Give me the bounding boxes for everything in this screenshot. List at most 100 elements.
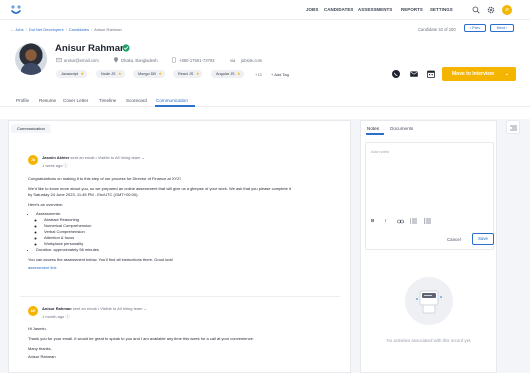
tab-documents[interactable]: Documents — [390, 126, 413, 131]
chevron-down-icon[interactable]: ⌄ — [505, 67, 509, 81]
candidate-count: Candidate 32 of 100 — [418, 27, 456, 32]
breadcrumb: ← Jobs / Dot Net Developers / Candidates / Ani… — [10, 27, 122, 32]
email-icon — [56, 57, 62, 63]
tab-cover-letter[interactable]: Cover Letter — [63, 98, 88, 103]
message-time-text: 1 week ago — [42, 163, 63, 168]
candidate-source[interactable]: jobsite.com — [241, 58, 262, 63]
breadcrumb-jobs[interactable]: Jobs — [15, 27, 23, 32]
empty-state-text: No activities associated with this recor… — [386, 338, 472, 343]
cancel-button[interactable]: Cancel — [447, 237, 461, 242]
info-icon: ⓘ — [63, 163, 68, 168]
message-sender: Jasmin Akhter sent an email • Visible to… — [42, 155, 145, 160]
tag-label: React JS — [178, 72, 194, 76]
tab-timeline[interactable]: Timeline — [99, 98, 116, 103]
candidate-photo — [15, 43, 47, 75]
ordered-list-icon[interactable] — [410, 218, 417, 224]
nav-jobs[interactable]: JOBS — [306, 7, 318, 12]
verified-badge-icon — [122, 44, 130, 52]
sender-name: Jasmin Akhter — [42, 155, 70, 160]
add-tag-label: Add Tag — [274, 72, 289, 77]
more-tags-count[interactable]: +13 — [255, 72, 262, 77]
save-button[interactable]: Save — [472, 233, 494, 245]
candidate-email[interactable]: anisur@email.com — [64, 58, 99, 63]
robot-icon — [416, 290, 442, 314]
prev-button[interactable]: ‹ Prev — [464, 24, 486, 32]
assessment-list: Abstract Reasoning Numerical Comprehensi… — [44, 217, 340, 247]
tag-item[interactable]: Angular JS ★ — [211, 70, 244, 78]
link-icon[interactable] — [397, 219, 404, 224]
app-logo-icon[interactable] — [10, 4, 22, 16]
tag-label: Node JS — [101, 72, 116, 76]
body-line: Congratulations on making it to this ste… — [28, 176, 181, 181]
gear-icon[interactable] — [487, 6, 495, 14]
body-line: Anisur Rahman — [28, 354, 56, 359]
overview-list: Assessments: Abstract Reasoning Numerica… — [36, 211, 340, 253]
next-button[interactable]: Next › — [490, 24, 514, 32]
message-body: Congratulations on making it to this ste… — [28, 176, 340, 271]
breadcrumb-section[interactable]: Candidates — [69, 27, 89, 32]
tab-scorecard[interactable]: Scorecard — [126, 98, 147, 103]
panel-toggle-button[interactable] — [506, 120, 520, 134]
star-icon: ★ — [80, 71, 85, 76]
nav-candidates[interactable]: CANDIDATES — [324, 7, 353, 12]
star-icon: ★ — [117, 71, 122, 76]
prev-label: Prev — [472, 25, 481, 30]
assessment-link[interactable]: assessment link — [28, 265, 340, 271]
list-item: Duration: approximately 56 minutes — [36, 247, 340, 253]
calendar-icon[interactable] — [426, 69, 436, 79]
tag-item[interactable]: Node JS ★ — [96, 70, 125, 78]
tag-item[interactable]: Mongo DB ★ — [133, 70, 165, 78]
sender-name: Anisur Rahman — [42, 306, 72, 311]
tag-label: Javascript — [61, 72, 79, 76]
message-sender: Anisur Rahman sent an email • Visible to… — [42, 306, 147, 311]
chevron-down-icon[interactable]: ⌄ — [141, 155, 144, 160]
message-time: 1 week ago ⓘ — [42, 163, 68, 169]
move-to-interview-button[interactable]: Move to Interview ⌄ — [442, 67, 516, 81]
tabs-divider — [0, 106, 530, 107]
add-tag-button[interactable]: + Add Tag — [271, 72, 289, 77]
active-tab-indicator — [155, 105, 195, 107]
move-label: Move to Interview — [452, 71, 494, 77]
bold-button[interactable]: B — [371, 218, 374, 223]
message-time-text: 1 month ago — [42, 314, 65, 319]
chevron-down-icon[interactable]: ⌄ — [144, 306, 147, 311]
italic-button[interactable]: I — [385, 218, 386, 223]
sender-avatar: AR — [28, 306, 38, 316]
message-time: 1 month ago ⓘ — [42, 314, 69, 320]
tag-label: Angular JS — [216, 72, 235, 76]
message-meta: sent an email • Visible to — [72, 306, 117, 311]
info-icon: ⓘ — [65, 314, 70, 319]
nav-settings[interactable]: SETTINGS — [430, 7, 453, 12]
nav-reports[interactable]: REPORTS — [401, 7, 423, 12]
breadcrumb-back[interactable]: ← Jobs — [10, 27, 24, 32]
visibility-audience[interactable]: All hiring team — [117, 306, 142, 311]
tag-item[interactable]: Javascript ★ — [56, 70, 88, 78]
user-avatar[interactable]: JT — [502, 5, 512, 15]
breadcrumb-job[interactable]: Dot Net Developers — [29, 27, 64, 32]
sender-avatar: JA — [28, 155, 38, 165]
search-icon[interactable] — [472, 6, 480, 14]
mail-icon[interactable] — [409, 69, 419, 79]
notes-input[interactable]: Add notes — [371, 149, 389, 154]
bullet-list-icon[interactable] — [424, 218, 431, 224]
message-divider — [20, 296, 340, 297]
empty-state-illustration — [405, 277, 453, 325]
tag-item[interactable]: React JS ★ — [173, 70, 203, 78]
location-icon — [114, 57, 118, 63]
phone-icon — [172, 57, 176, 63]
body-line: Many thanks, — [28, 346, 52, 351]
star-icon: ★ — [195, 71, 200, 76]
breadcrumb-current: Anisur Rahman — [94, 27, 122, 32]
tag-label: Mongo DB — [138, 72, 156, 76]
body-line: Hi Jasmin, — [28, 326, 47, 331]
next-label: Next — [496, 25, 505, 30]
tab-communication[interactable]: Communication — [156, 98, 188, 103]
tab-notes[interactable]: Notes — [367, 126, 379, 131]
notes-tab-indicator — [366, 133, 384, 135]
tab-profile[interactable]: Profile — [16, 98, 29, 103]
visibility-audience[interactable]: All hiring team — [115, 155, 140, 160]
whatsapp-icon[interactable] — [391, 69, 401, 79]
tab-resume[interactable]: Resume — [39, 98, 56, 103]
nav-assessments[interactable]: ASSESSMENTS — [358, 7, 392, 12]
star-icon: ★ — [158, 71, 162, 76]
